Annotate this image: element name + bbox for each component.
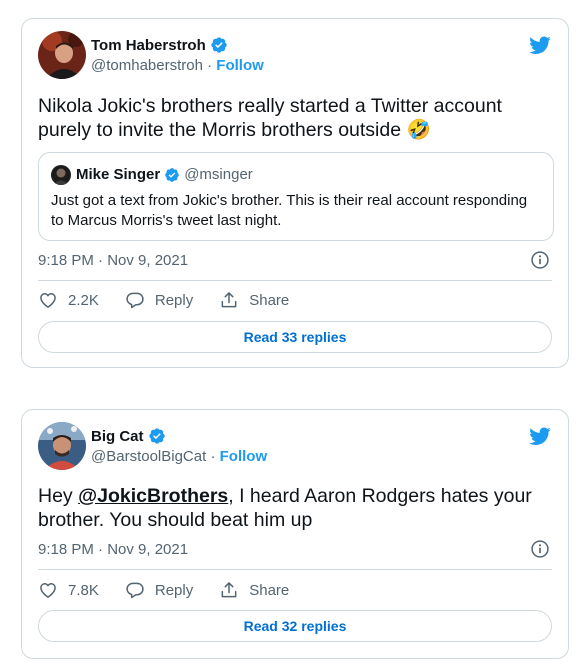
share-icon [219,580,239,600]
like-button[interactable]: 2.2K [38,290,99,310]
tweet-text: Hey @JokicBrothers, I heard Aaron Rodger… [38,484,552,532]
info-icon[interactable] [530,250,550,270]
tweet-card[interactable]: Big Cat @BarstoolBigCat · Follow Hey @Jo… [21,409,569,659]
reply-button[interactable]: Reply [125,290,193,310]
tweet-body: Nikola Jokic's brothers really started a… [38,95,502,141]
reply-label: Reply [154,581,194,599]
divider [38,280,552,281]
author-name[interactable]: Big Cat [91,428,144,445]
verified-badge-icon [148,427,166,445]
read-replies-button[interactable]: Read 33 replies [38,321,552,353]
verified-badge-icon [164,167,180,183]
twitter-bird-icon[interactable] [528,34,552,56]
timestamp[interactable]: 9:18 PM · Nov 9, 2021 [38,541,188,558]
mention-link[interactable]: @JokicBrothers [78,485,228,507]
like-count: 2.2K [68,291,99,309]
author-handle[interactable]: @BarstoolBigCat [91,448,206,465]
rofl-emoji: 🤣 [406,119,431,141]
separator: · [207,57,213,74]
share-label: Share [249,291,290,309]
author-name[interactable]: Tom Haberstroh [91,37,206,54]
read-replies-button[interactable]: Read 32 replies [38,610,552,642]
like-count: 7.8K [68,581,99,599]
like-button[interactable]: 7.8K [38,580,99,600]
heart-icon [38,290,58,310]
reply-icon [125,580,145,600]
quoted-avatar [51,165,71,185]
follow-button[interactable]: Follow [220,448,268,465]
divider [38,569,552,570]
tweet-text-prefix: Hey [38,485,79,507]
separator: · [210,448,216,465]
share-button[interactable]: Share [219,290,289,310]
author-handle[interactable]: @tomhaberstroh [91,57,203,74]
verified-badge-icon [210,36,228,54]
avatar[interactable] [38,31,86,79]
quoted-author-handle: @msinger [184,166,253,183]
twitter-bird-icon[interactable] [528,425,552,447]
reply-label: Reply [154,291,194,309]
share-label: Share [249,581,290,599]
timestamp[interactable]: 9:18 PM · Nov 9, 2021 [38,252,188,269]
quoted-tweet[interactable]: Mike Singer @msinger Just got a text fro… [38,152,554,241]
tweet-card[interactable]: Tom Haberstroh @tomhaberstroh · Follow N… [21,18,569,368]
share-icon [219,290,239,310]
avatar[interactable] [38,422,86,470]
tweet-text: Nikola Jokic's brothers really started a… [38,94,552,142]
action-bar: 7.8K Reply Share [38,580,315,600]
heart-icon [38,580,58,600]
reply-icon [125,290,145,310]
action-bar: 2.2K Reply Share [38,290,315,310]
reply-button[interactable]: Reply [125,580,193,600]
follow-button[interactable]: Follow [216,57,264,74]
share-button[interactable]: Share [219,580,289,600]
quoted-author-name: Mike Singer [76,166,161,183]
info-icon[interactable] [530,539,550,559]
quoted-tweet-text: Just got a text from Jokic's brother. Th… [51,192,528,229]
